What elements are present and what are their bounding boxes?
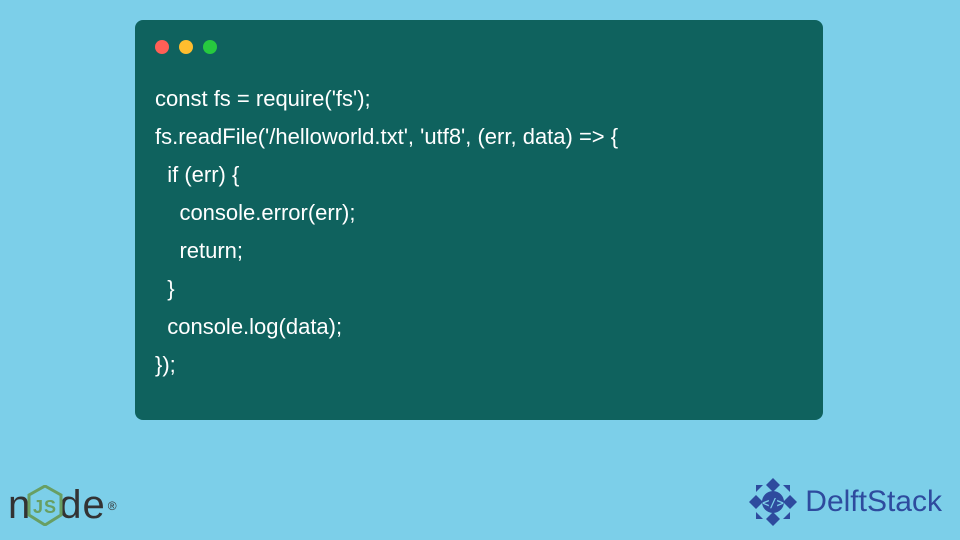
nodejs-text-de: de: [59, 483, 106, 528]
svg-text:</>: </>: [762, 496, 784, 510]
code-line: if (err) {: [155, 162, 239, 187]
nodejs-trademark: ®: [108, 499, 118, 513]
nodejs-logo: n JS de ®: [8, 483, 118, 528]
delftstack-logo: </> DelftStack: [747, 476, 942, 528]
code-line: fs.readFile('/helloworld.txt', 'utf8', (…: [155, 124, 618, 149]
svg-text:JS: JS: [33, 497, 57, 517]
window-controls: [155, 40, 217, 54]
code-line: return;: [155, 238, 243, 263]
close-dot: [155, 40, 169, 54]
maximize-dot: [203, 40, 217, 54]
code-window: const fs = require('fs'); fs.readFile('/…: [135, 20, 823, 420]
code-block: const fs = require('fs'); fs.readFile('/…: [155, 80, 803, 384]
code-line: console.error(err);: [155, 200, 356, 225]
minimize-dot: [179, 40, 193, 54]
footer-logos: n JS de ® </>: [0, 476, 960, 528]
code-line: console.log(data);: [155, 314, 342, 339]
code-line: const fs = require('fs');: [155, 86, 371, 111]
code-line: });: [155, 352, 176, 377]
nodejs-hexagon-icon: JS: [27, 485, 63, 526]
code-line: }: [155, 276, 175, 301]
delftstack-text: DelftStack: [805, 485, 942, 519]
delftstack-icon: </>: [747, 476, 799, 528]
